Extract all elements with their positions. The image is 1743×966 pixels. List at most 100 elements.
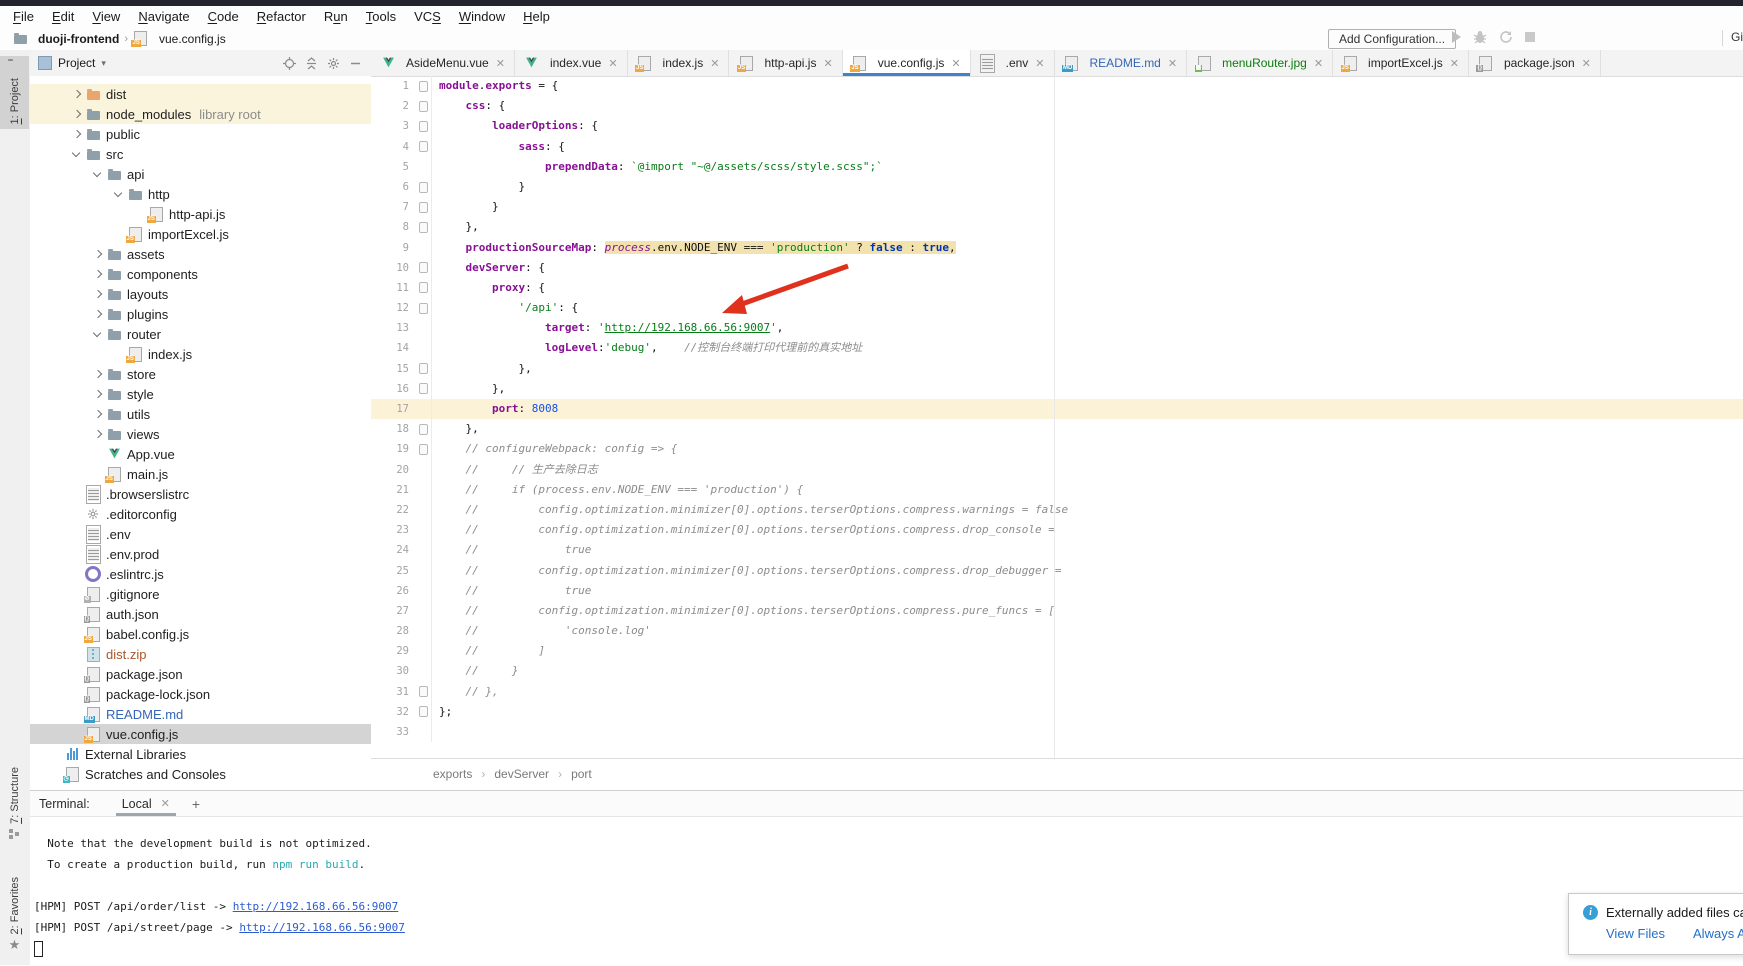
locate-file-icon[interactable] — [281, 55, 297, 71]
close-icon[interactable]: ✕ — [1035, 57, 1044, 70]
tab-importexcel-js[interactable]: JSimportExcel.js✕ — [1333, 50, 1469, 76]
fold-marker-icon[interactable] — [419, 686, 428, 697]
editor-breadcrumb-port[interactable]: port — [571, 767, 592, 781]
tree-item-layouts[interactable]: layouts — [30, 284, 371, 304]
terminal-output[interactable]: Note that the development build is not o… — [30, 817, 1743, 959]
breadcrumb-project[interactable]: duoji-frontend — [38, 32, 119, 46]
collapse-all-icon[interactable] — [303, 55, 319, 71]
close-icon[interactable]: ✕ — [1450, 57, 1459, 70]
fold-marker-icon[interactable] — [419, 706, 428, 717]
stripe-button-favorites[interactable]: 2: Favorites ★ — [0, 872, 29, 956]
terminal-url-link[interactable]: http://192.168.66.56:9007 — [233, 900, 399, 913]
terminal-url-link[interactable]: http://192.168.66.56:9007 — [239, 921, 405, 934]
chevron-collapsed-icon[interactable] — [90, 267, 104, 281]
tree-item-vue-config-js[interactable]: JSvue.config.js — [30, 724, 371, 744]
tree-item-views[interactable]: views — [30, 424, 371, 444]
fold-marker-icon[interactable] — [419, 262, 428, 273]
chevron-collapsed-icon[interactable] — [69, 127, 83, 141]
debug-icon[interactable] — [1473, 30, 1487, 44]
chevron-collapsed-icon[interactable] — [69, 87, 83, 101]
editor-breadcrumb-devServer[interactable]: devServer — [494, 767, 549, 781]
tab--env[interactable]: .env✕ — [971, 50, 1055, 76]
fold-marker-icon[interactable] — [419, 222, 428, 233]
fold-marker-icon[interactable] — [419, 282, 428, 293]
tree-item-http-api-js[interactable]: JShttp-api.js — [30, 204, 371, 224]
tree-item-app-vue[interactable]: App.vue — [30, 444, 371, 464]
tab-package-json[interactable]: {}package.json✕ — [1469, 50, 1601, 76]
chevron-expanded-icon[interactable] — [90, 167, 104, 181]
editor-breadcrumb-exports[interactable]: exports — [433, 767, 472, 781]
tree-item-components[interactable]: components — [30, 264, 371, 284]
fold-marker-icon[interactable] — [419, 383, 428, 394]
code-editor[interactable]: 1module.exports = {2 css: {3 loaderOptio… — [371, 76, 1743, 758]
tree-item--env[interactable]: .env — [30, 524, 371, 544]
tree-item--gitignore[interactable]: ⊘.gitignore — [30, 584, 371, 604]
menu-item-navigate[interactable]: Navigate — [129, 9, 198, 24]
tree-item-api[interactable]: api — [30, 164, 371, 184]
tree-item-package-lock-json[interactable]: {}package-lock.json — [30, 684, 371, 704]
tree-item-scratches-and-consoles[interactable]: ◷Scratches and Consoles — [30, 764, 371, 784]
tree-item-external-libraries[interactable]: External Libraries — [30, 744, 371, 764]
stripe-button-project[interactable]: 1: Project — [0, 56, 29, 129]
tree-item-src[interactable]: src — [30, 144, 371, 164]
fold-marker-icon[interactable] — [419, 424, 428, 435]
fold-marker-icon[interactable] — [419, 444, 428, 455]
tree-item-node-modules[interactable]: node_moduleslibrary root — [30, 104, 371, 124]
chevron-collapsed-icon[interactable] — [69, 107, 83, 121]
tab-index-js[interactable]: JSindex.js✕ — [628, 50, 730, 76]
tree-item-plugins[interactable]: plugins — [30, 304, 371, 324]
chevron-collapsed-icon[interactable] — [90, 367, 104, 381]
tree-item-babel-config-js[interactable]: JSbabel.config.js — [30, 624, 371, 644]
close-icon[interactable]: ✕ — [1582, 57, 1591, 70]
fold-marker-icon[interactable] — [419, 303, 428, 314]
close-icon[interactable]: ✕ — [1168, 57, 1177, 70]
always-add-link[interactable]: Always Add — [1693, 926, 1743, 941]
tab-vue-config-js[interactable]: JSvue.config.js✕ — [843, 50, 971, 76]
menu-item-help[interactable]: Help — [514, 9, 559, 24]
fold-marker-icon[interactable] — [419, 363, 428, 374]
menu-item-run[interactable]: Run — [315, 9, 357, 24]
project-panel-title[interactable]: Project — [58, 56, 95, 70]
tree-item-router[interactable]: router — [30, 324, 371, 344]
fold-marker-icon[interactable] — [419, 182, 428, 193]
menu-item-tools[interactable]: Tools — [357, 9, 405, 24]
tab-readme-md[interactable]: MDREADME.md✕ — [1055, 50, 1188, 76]
close-icon[interactable]: ✕ — [951, 57, 960, 70]
chevron-collapsed-icon[interactable] — [90, 407, 104, 421]
tab-menurouter-jpg[interactable]: ▦menuRouter.jpg✕ — [1187, 50, 1333, 76]
tree-item-index-js[interactable]: JSindex.js — [30, 344, 371, 364]
fold-marker-icon[interactable] — [419, 121, 428, 132]
tab-index-vue[interactable]: index.vue✕ — [515, 50, 628, 76]
tree-item--browserslistrc[interactable]: .browserslistrc — [30, 484, 371, 504]
tab-http-api-js[interactable]: JShttp-api.js✕ — [729, 50, 842, 76]
view-files-link[interactable]: View Files — [1606, 926, 1665, 941]
chevron-collapsed-icon[interactable] — [90, 387, 104, 401]
fold-marker-icon[interactable] — [419, 141, 428, 152]
tree-item--editorconfig[interactable]: .editorconfig — [30, 504, 371, 524]
breadcrumb-file[interactable]: vue.config.js — [159, 32, 226, 46]
chevron-expanded-icon[interactable] — [69, 147, 83, 161]
git-branch-widget[interactable]: Git: — [1731, 30, 1743, 44]
tree-item-main-js[interactable]: JSmain.js — [30, 464, 371, 484]
run-icon[interactable] — [1452, 31, 1461, 43]
close-icon[interactable]: ✕ — [161, 797, 170, 810]
new-terminal-session-icon[interactable]: + — [192, 796, 200, 812]
tree-item-dist[interactable]: dist — [30, 84, 371, 104]
menu-item-code[interactable]: Code — [199, 9, 248, 24]
tree-item-store[interactable]: store — [30, 364, 371, 384]
fold-marker-icon[interactable] — [419, 81, 428, 92]
chevron-down-icon[interactable]: ▾ — [101, 58, 106, 69]
close-icon[interactable]: ✕ — [496, 57, 505, 70]
hide-panel-icon[interactable] — [347, 55, 363, 71]
tree-item-dist-zip[interactable]: dist.zip — [30, 644, 371, 664]
menu-item-file[interactable]: File — [4, 9, 43, 24]
tab-asidemenu-vue[interactable]: AsideMenu.vue✕ — [371, 50, 515, 76]
chevron-expanded-icon[interactable] — [111, 187, 125, 201]
tree-item--env-prod[interactable]: .env.prod — [30, 544, 371, 564]
settings-gear-icon[interactable] — [325, 55, 341, 71]
menu-item-vcs[interactable]: VCS — [405, 9, 450, 24]
chevron-collapsed-icon[interactable] — [90, 247, 104, 261]
stop-icon[interactable] — [1525, 32, 1535, 42]
tree-item-utils[interactable]: utils — [30, 404, 371, 424]
tree-item-public[interactable]: public — [30, 124, 371, 144]
